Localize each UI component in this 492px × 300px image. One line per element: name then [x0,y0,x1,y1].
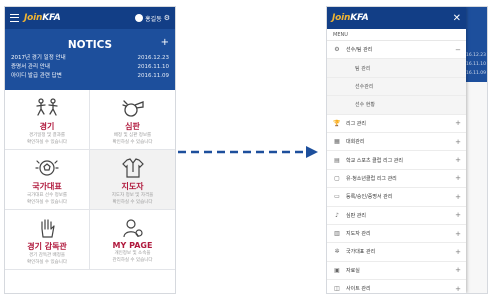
site-icon: ◫ [334,285,340,293]
background-content [465,82,487,293]
menu-item-player-team[interactable]: ⚙ 선수/팀 관리 − [327,41,466,60]
menu-item[interactable]: ✲ 국가대표 관리 + [327,243,466,262]
menu-item-label: 선수/팀 관리 [346,47,373,54]
expand-icon[interactable]: + [455,230,461,238]
coach-icon: ▥ [334,230,340,238]
whistle-icon: ♪ [335,211,339,219]
drawer-header: JoinKFA ✕ [327,7,466,29]
submenu-item[interactable]: 선수관리 [327,77,466,97]
national-icon: ✲ [334,248,340,256]
library-icon: ▣ [334,266,340,274]
submenu-item[interactable]: 선수 현황 [327,96,466,115]
background-notice-dates: 16.12.23 16.11.10 16.11.09 [465,53,486,76]
expand-icon[interactable]: + [455,211,461,219]
menu-screen: 16.12.23 16.11.10 16.11.09 JoinKFA ✕ MEN… [326,6,488,294]
menu-item[interactable]: ▣ 자료실 + [327,262,466,281]
document-icon: ▤ [334,156,340,164]
menu-item[interactable]: ▭ 등록/승인/증명서 관리 + [327,188,466,207]
clipboard-icon: ▢ [334,174,340,182]
collapse-icon[interactable]: − [455,46,461,54]
menu-item[interactable]: ▢ 유·청소년클럽 리그 관리 + [327,170,466,189]
calendar-icon: ▦ [334,138,340,146]
expand-icon[interactable]: + [455,248,461,256]
trophy-icon: 🏆 [333,119,341,127]
menu-item[interactable]: ♪ 심판 관리 + [327,207,466,225]
folder-icon: ▭ [334,193,340,201]
expand-icon[interactable]: + [455,174,461,182]
app-logo[interactable]: JoinKFA [332,13,369,23]
menu-item[interactable]: ▥ 지도자 관리 + [327,225,466,244]
close-icon[interactable]: ✕ [453,13,461,24]
nav-drawer: JoinKFA ✕ MENU ⚙ 선수/팀 관리 − 팀 관리 선수관리 선수 … [327,7,466,293]
expand-icon[interactable]: + [455,266,461,274]
expand-icon[interactable]: + [455,156,461,164]
menu-item[interactable]: ▦ 대회관리 + [327,133,466,152]
gear-icon: ⚙ [334,46,340,54]
menu-label: MENU [327,29,466,41]
menu-item[interactable]: ▤ 학교 스포츠 클럽 리그 관리 + [327,151,466,170]
menu-item[interactable]: 🏆 리그 관리 + [327,115,466,133]
expand-icon[interactable]: + [455,193,461,201]
expand-icon[interactable]: + [455,285,461,293]
submenu-item[interactable]: 팀 관리 [327,59,466,78]
expand-icon[interactable]: + [455,119,461,127]
expand-icon[interactable]: + [455,138,461,146]
menu-item[interactable]: ◫ 사이트 관리 + [327,280,466,293]
